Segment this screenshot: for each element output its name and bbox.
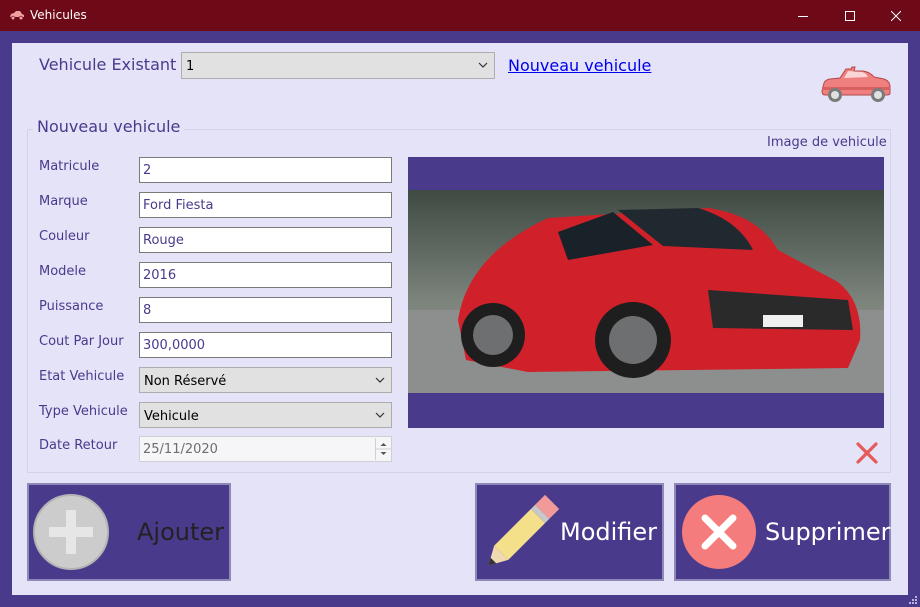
chevron-down-icon xyxy=(375,412,385,418)
window-title: Vehicules xyxy=(30,8,87,22)
modele-field[interactable]: 2016 xyxy=(139,262,392,288)
maximize-button[interactable] xyxy=(827,0,873,31)
existing-vehicle-label: Vehicule Existant xyxy=(39,55,177,74)
ajouter-label: Ajouter xyxy=(137,518,225,546)
cout-field[interactable]: 300,0000 xyxy=(139,332,392,358)
car-icon xyxy=(821,66,891,102)
cout-label: Cout Par Jour xyxy=(39,334,124,349)
close-window-button[interactable] xyxy=(873,0,919,31)
vehicle-photo xyxy=(408,190,884,393)
modifier-label: Modifier xyxy=(560,518,658,546)
plus-circle-icon xyxy=(33,494,109,570)
new-vehicle-link[interactable]: Nouveau vehicule xyxy=(508,56,651,75)
group-title: Nouveau vehicule xyxy=(33,117,185,136)
title-bar: Vehicules xyxy=(0,0,920,31)
modele-label: Modele xyxy=(39,264,87,279)
modele-value: 2016 xyxy=(143,268,177,283)
couleur-label: Couleur xyxy=(39,229,90,244)
existing-vehicle-value: 1 xyxy=(186,59,195,74)
pencil-icon xyxy=(488,494,560,566)
date-retour-value: 25/11/2020 xyxy=(143,442,218,457)
etat-value: Non Réservé xyxy=(144,374,227,389)
chevron-down-icon xyxy=(375,377,385,383)
date-spinner[interactable] xyxy=(375,438,391,460)
remove-image-button[interactable] xyxy=(855,441,879,465)
minimize-icon xyxy=(798,15,808,17)
chevron-down-icon xyxy=(478,62,488,68)
puissance-value: 8 xyxy=(143,303,152,318)
maximize-icon xyxy=(845,10,855,21)
modifier-button[interactable]: Modifier xyxy=(475,483,664,581)
type-label: Type Vehicule xyxy=(39,404,128,419)
etat-select[interactable]: Non Réservé xyxy=(139,367,392,393)
vehicules-window: Vehicules Vehicule Existant 1 Nouveau ve… xyxy=(0,0,920,607)
puissance-label: Puissance xyxy=(39,299,104,314)
supprimer-button[interactable]: Supprimer xyxy=(674,483,891,581)
couleur-value: Rouge xyxy=(143,233,184,248)
supprimer-label: Supprimer xyxy=(765,518,891,546)
matricule-label: Matricule xyxy=(39,159,100,174)
marque-value: Ford Fiesta xyxy=(143,198,214,213)
close-icon xyxy=(891,10,901,21)
image-label: Image de vehicule xyxy=(767,135,887,150)
couleur-field[interactable]: Rouge xyxy=(139,227,392,253)
type-value: Vehicule xyxy=(144,409,199,424)
car-icon xyxy=(10,11,24,20)
matricule-field[interactable]: 2 xyxy=(139,157,392,183)
minimize-button[interactable] xyxy=(780,0,826,31)
marque-field[interactable]: Ford Fiesta xyxy=(139,192,392,218)
marque-label: Marque xyxy=(39,194,88,209)
existing-vehicle-select[interactable]: 1 xyxy=(181,52,495,79)
etat-label: Etat Vehicule xyxy=(39,369,125,384)
date-retour-label: Date Retour xyxy=(39,438,118,453)
date-retour-field[interactable]: 25/11/2020 xyxy=(139,436,392,462)
type-select[interactable]: Vehicule xyxy=(139,402,392,428)
client-area: Vehicule Existant 1 Nouveau vehicule Nou… xyxy=(12,43,908,595)
puissance-field[interactable]: 8 xyxy=(139,297,392,323)
x-circle-icon xyxy=(682,495,756,569)
vehicle-photo-image xyxy=(408,190,884,393)
cout-value: 300,0000 xyxy=(143,338,206,353)
ajouter-button[interactable]: Ajouter xyxy=(27,483,231,581)
resize-grip-icon[interactable] xyxy=(908,595,918,605)
matricule-value: 2 xyxy=(143,163,152,178)
vehicle-image-panel[interactable] xyxy=(408,157,884,428)
spinner-arrows-icon xyxy=(376,443,391,455)
